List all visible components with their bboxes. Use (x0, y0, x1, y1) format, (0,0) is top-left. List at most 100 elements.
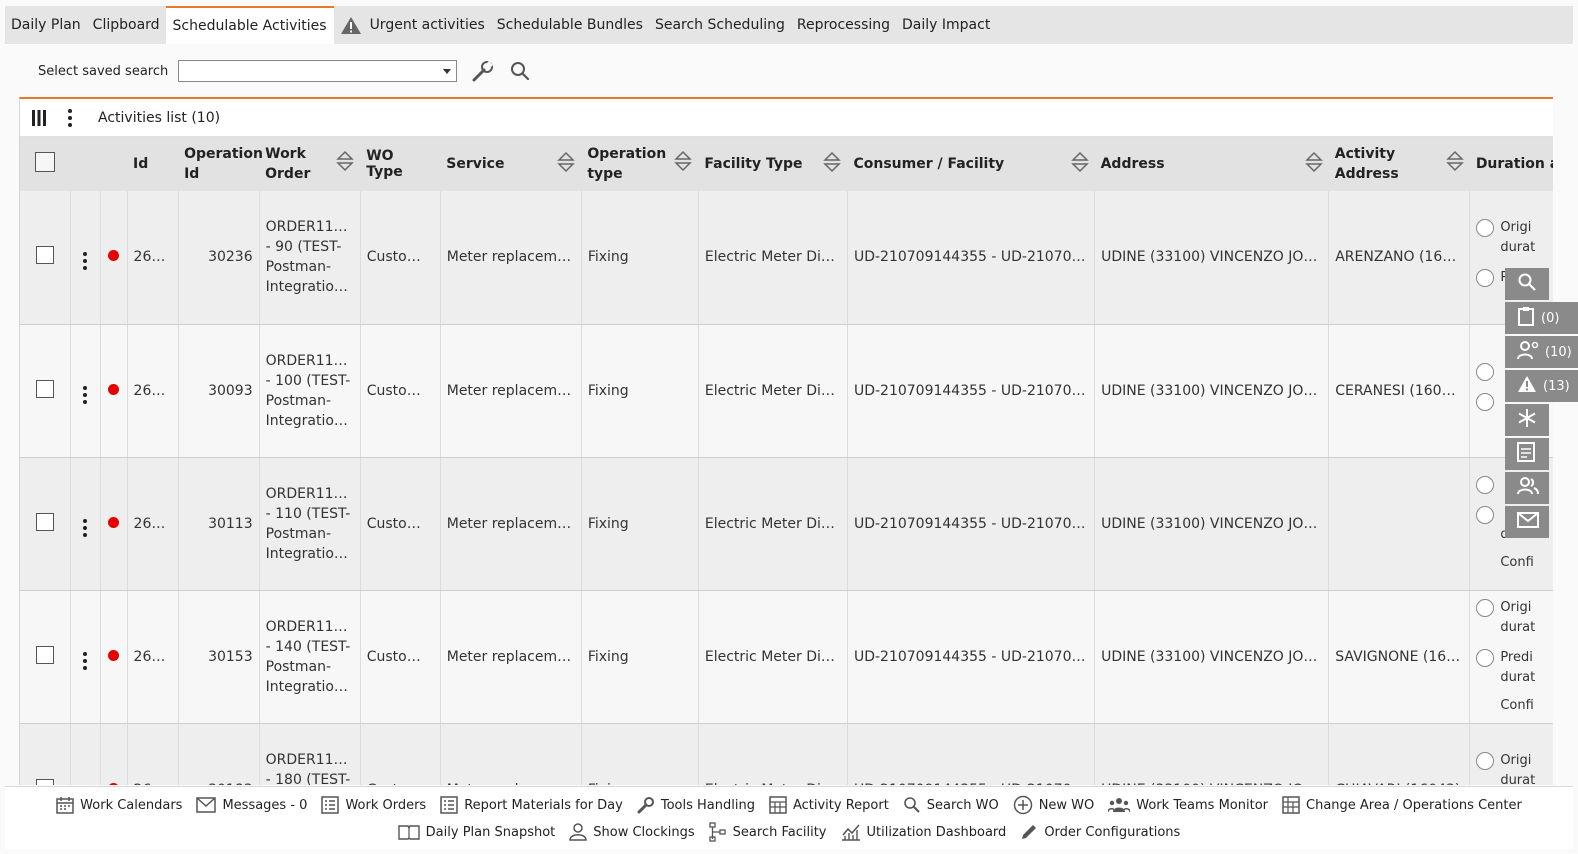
side-search-button[interactable] (1505, 268, 1549, 300)
button-label: Daily Plan Snapshot (425, 824, 556, 840)
header-activity-address[interactable]: Activity Address (1328, 137, 1470, 191)
radio-button[interactable] (1476, 362, 1495, 381)
header-wo-type[interactable]: WO Type (360, 137, 441, 191)
search-icon (1517, 272, 1537, 296)
work-teams-monitor-button[interactable]: Work Teams Monitor (1108, 797, 1268, 813)
header-operation-id[interactable]: Operation Id (178, 137, 263, 191)
more-options-icon[interactable] (83, 784, 88, 785)
radio-button[interactable] (1476, 648, 1495, 667)
panel-header: Activities list (10) (20, 99, 1553, 137)
sort-icon[interactable] (1070, 151, 1089, 177)
sort-icon[interactable] (674, 150, 693, 178)
tab-search-scheduling[interactable]: Search Scheduling (649, 6, 791, 44)
header-service[interactable]: Service (440, 137, 582, 191)
option-label: Confi (1500, 554, 1534, 570)
change-area-button[interactable]: Change Area / Operations Center (1282, 796, 1522, 814)
duration-option-original[interactable]: Origi durat (1476, 751, 1553, 785)
sort-icon[interactable] (1446, 150, 1464, 178)
header-operation-type[interactable]: Operation type (581, 137, 699, 191)
select-all-checkbox[interactable] (35, 152, 55, 172)
radio-button[interactable] (1476, 751, 1495, 770)
header-id[interactable]: Id (127, 137, 179, 191)
tab-urgent-activities[interactable]: Urgent activities (334, 6, 491, 44)
work-orders-button[interactable]: Work Orders (321, 796, 426, 814)
row-checkbox[interactable] (35, 379, 54, 398)
search-icon[interactable] (509, 60, 531, 82)
more-options-icon[interactable] (83, 385, 88, 404)
columns-icon[interactable] (32, 109, 46, 127)
daily-plan-snapshot-button[interactable]: Daily Plan Snapshot (397, 824, 556, 840)
header-duration[interactable]: Duration ap (1469, 137, 1553, 191)
header-consumer-facility[interactable]: Consumer / Facility (847, 137, 1095, 191)
table-row[interactable]: 26010 30153 ORDER11966 - 140 (TEST-Postman… (20, 590, 1553, 724)
activity-report-button[interactable]: Activity Report (769, 796, 889, 814)
duration-option-confirmed[interactable]: Confi (1476, 553, 1553, 573)
cell-wo-type: Customer (360, 590, 441, 724)
side-snowflake-button[interactable] (1505, 404, 1549, 436)
more-options-icon[interactable] (83, 651, 88, 670)
row-checkbox[interactable] (35, 778, 54, 785)
tools-handling-button[interactable]: Tools Handling (637, 796, 755, 814)
row-checkbox[interactable] (35, 645, 54, 664)
duration-option-original[interactable]: Origi durat (1476, 218, 1553, 258)
tab-schedulable-bundles[interactable]: Schedulable Bundles (491, 6, 649, 44)
saved-search-select[interactable] (178, 60, 458, 82)
radio-button[interactable] (1476, 475, 1495, 494)
calendar-icon (56, 797, 74, 814)
table-row[interactable]: 2601030183ORDER11966 - 180 (TEST-Postman… (20, 723, 1553, 785)
tab-daily-impact[interactable]: Daily Impact (896, 6, 996, 44)
duration-option-confirmed[interactable]: Confi (1476, 696, 1553, 716)
more-options-icon[interactable] (83, 252, 88, 271)
table-row[interactable]: 26010 30093 ORDER11966 - 100 (TEST-Postman… (20, 324, 1553, 458)
wrench-icon[interactable] (471, 59, 495, 83)
header-label: Address (1100, 156, 1165, 172)
show-clockings-button[interactable]: Show Clockings (569, 823, 695, 841)
duration-option-original[interactable]: Origi durat (1476, 598, 1553, 638)
more-options-icon[interactable] (83, 518, 88, 537)
row-checkbox[interactable] (35, 512, 54, 531)
search-facility-button[interactable]: Search Facility (709, 822, 827, 842)
radio-button[interactable] (1476, 269, 1495, 288)
order-configurations-button[interactable]: Order Configurations (1020, 823, 1180, 841)
report-materials-button[interactable]: Report Materials for Day (440, 796, 623, 814)
radio-button[interactable] (1476, 219, 1495, 238)
warning-icon (340, 16, 362, 35)
sort-icon[interactable] (823, 151, 842, 177)
table-row[interactable]: 26010 30236 ORDER11966 - 90 (TEST-Postman-… (20, 191, 1553, 325)
radio-button[interactable] (1476, 505, 1495, 524)
tab-reprocessing[interactable]: Reprocessing (791, 6, 896, 44)
duration-option-predicted[interactable]: Predi durat (1476, 648, 1553, 688)
tab-daily-plan[interactable]: Daily Plan (5, 6, 87, 44)
tab-schedulable-activities[interactable]: Schedulable Activities (165, 6, 334, 44)
status-dot-icon (108, 782, 120, 785)
sort-icon[interactable] (557, 151, 576, 177)
side-clipboard-button[interactable]: (0) (1505, 302, 1578, 334)
side-worker-button[interactable]: (10) (1505, 336, 1578, 368)
search-wo-button[interactable]: Search WO (903, 796, 999, 814)
row-checkbox[interactable] (35, 246, 54, 265)
option-label: Predi (1500, 649, 1533, 665)
button-label: Utilization Dashboard (866, 824, 1007, 840)
table-row[interactable]: 26010 30113 ORDER11966 - 110 (TEST-Postman… (20, 457, 1553, 591)
mail-icon (1517, 511, 1539, 533)
radio-button[interactable] (1476, 598, 1495, 617)
sort-icon[interactable] (336, 150, 354, 178)
side-team-button[interactable] (1505, 472, 1549, 504)
saved-search-label: Select saved search (38, 63, 169, 79)
messages-button[interactable]: Messages - 0 (196, 797, 307, 813)
header-address[interactable]: Address (1094, 137, 1329, 191)
header-work-order[interactable]: Work Order (259, 137, 361, 191)
sort-icon[interactable] (1304, 151, 1323, 177)
header-facility-type[interactable]: Facility Type (698, 137, 848, 191)
more-options-icon[interactable] (68, 108, 72, 127)
side-mail-button[interactable] (1505, 506, 1549, 538)
work-calendars-button[interactable]: Work Calendars (56, 796, 182, 814)
tab-clipboard[interactable]: Clipboard (87, 6, 166, 44)
new-wo-button[interactable]: New WO (1013, 795, 1094, 815)
side-warning-button[interactable]: (13) (1505, 370, 1578, 402)
radio-button[interactable] (1476, 392, 1495, 411)
cell-service: Meter replacement (440, 191, 582, 325)
utilization-dashboard-button[interactable]: Utilization Dashboard (841, 823, 1007, 841)
option-label: Confi (1500, 697, 1534, 713)
side-notes-button[interactable] (1505, 438, 1549, 470)
